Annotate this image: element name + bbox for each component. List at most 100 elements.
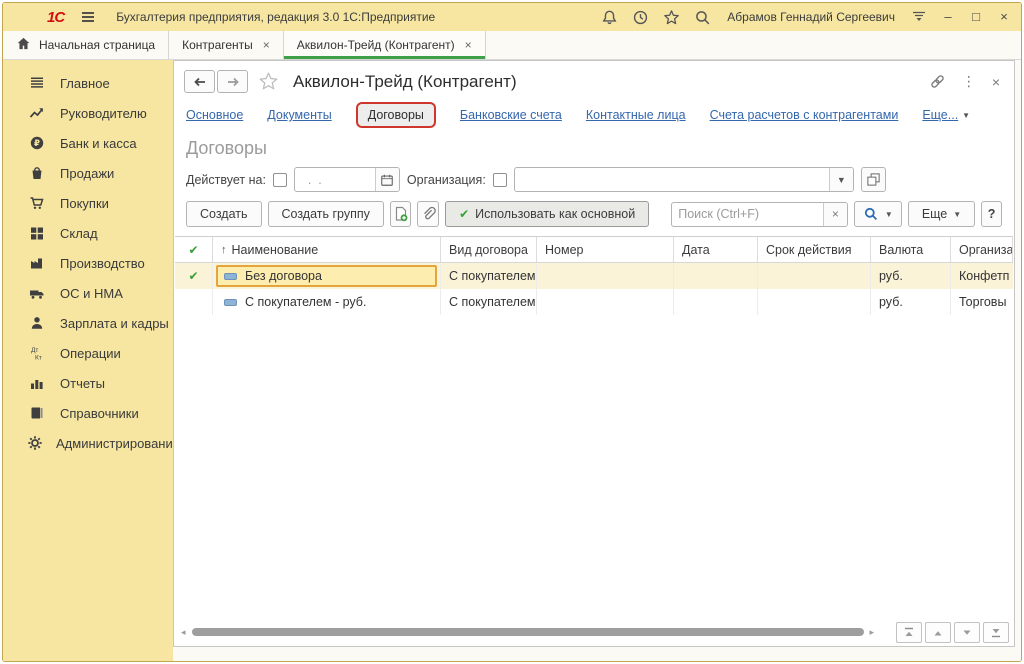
- header-cell-number[interactable]: Номер: [537, 237, 674, 262]
- search-icon[interactable]: [694, 9, 711, 26]
- header-cell-name[interactable]: ↑Наименование: [213, 237, 441, 262]
- section-link-more[interactable]: Еще...▼: [922, 108, 970, 122]
- current-user[interactable]: Абрамов Геннадий Сергеевич: [727, 10, 895, 24]
- close-button[interactable]: ×: [997, 10, 1011, 24]
- scroll-up-button[interactable]: [925, 622, 951, 643]
- header-cell-kind[interactable]: Вид договора: [441, 237, 537, 262]
- search-input[interactable]: [672, 203, 823, 226]
- date-field-group: [294, 167, 400, 192]
- cell-number[interactable]: [537, 263, 674, 289]
- calendar-button[interactable]: [375, 168, 399, 191]
- date-input[interactable]: [295, 168, 375, 191]
- selected-cell[interactable]: Без договора: [216, 265, 437, 287]
- link-icon[interactable]: [929, 73, 946, 90]
- header-cell-org[interactable]: Организация: [951, 237, 1013, 262]
- notifications-icon[interactable]: [601, 9, 618, 26]
- h-scroll-thumb[interactable]: [192, 628, 864, 636]
- tab-home[interactable]: Начальная страница: [3, 31, 169, 59]
- cell-currency[interactable]: руб.: [871, 289, 951, 315]
- attachments-button[interactable]: [417, 201, 439, 227]
- sidebar-item-production[interactable]: Производство: [3, 248, 173, 278]
- table-row-2[interactable]: С покупателем - руб.С покупателем руб.Тор…: [175, 289, 1013, 315]
- tab-contractors[interactable]: Контрагенты×: [169, 31, 284, 59]
- more-button[interactable]: Еще ▼: [908, 201, 975, 227]
- scroll-top-button[interactable]: [896, 622, 922, 643]
- tab-close-icon[interactable]: ×: [465, 38, 472, 52]
- section-link-dogovory[interactable]: Договоры: [356, 102, 436, 128]
- panel-close-icon[interactable]: ×: [992, 74, 1000, 90]
- use-as-main-button[interactable]: ✔ Использовать как основной: [445, 201, 649, 227]
- sidebar-item-purchases[interactable]: Покупки: [3, 188, 173, 218]
- cell-term[interactable]: [758, 263, 871, 289]
- maximize-button[interactable]: □: [969, 10, 983, 24]
- tab-akvilon[interactable]: Аквилон-Трейд (Контрагент)×: [284, 31, 486, 59]
- create-group-button[interactable]: Создать группу: [268, 201, 384, 227]
- header-cell-term[interactable]: Срок действия: [758, 237, 871, 262]
- header-cell-check[interactable]: ✔: [175, 237, 213, 262]
- row-nav-buttons: [896, 622, 1009, 643]
- scroll-left-icon[interactable]: ◂: [181, 627, 186, 638]
- cell-org[interactable]: Конфетп: [951, 263, 1013, 289]
- name-cell-content[interactable]: С покупателем - руб.: [216, 291, 437, 313]
- acts-on-checkbox[interactable]: [273, 173, 287, 187]
- sidebar-item-sales[interactable]: Продажи: [3, 158, 173, 188]
- header-cell-currency[interactable]: Валюта: [871, 237, 951, 262]
- sidebar-item-label: Склад: [60, 226, 98, 241]
- column-label: Номер: [545, 243, 583, 257]
- favorite-star-icon[interactable]: [258, 71, 279, 92]
- header-cell-date[interactable]: Дата: [674, 237, 758, 262]
- favorites-icon[interactable]: [663, 9, 680, 26]
- section-link-contact-persons[interactable]: Контактные лица: [586, 108, 686, 122]
- cell-name[interactable]: С покупателем - руб.: [213, 289, 441, 315]
- window-title: Бухгалтерия предприятия, редакция 3.0 1С…: [116, 10, 435, 24]
- minimize-button[interactable]: –: [941, 10, 955, 24]
- table-row-1[interactable]: ✔Без договораС покупателемруб.Конфетп: [175, 263, 1013, 289]
- sidebar-item-bank[interactable]: ₽Банк и касса: [3, 128, 173, 158]
- scroll-right-icon[interactable]: ▸: [870, 627, 875, 638]
- help-button[interactable]: ?: [981, 201, 1002, 227]
- organization-dropdown-button[interactable]: ▼: [829, 168, 853, 191]
- more-dots-icon[interactable]: ⋮: [962, 73, 976, 90]
- sidebar-item-admin[interactable]: Администрирование: [3, 428, 173, 458]
- section-link-dokumenty[interactable]: Документы: [267, 108, 331, 122]
- sidebar-item-manager[interactable]: Руководителю: [3, 98, 173, 128]
- search-clear-button[interactable]: ×: [823, 203, 847, 226]
- organization-input[interactable]: [515, 168, 829, 191]
- sidebar-item-operations[interactable]: ДтКтОперации: [3, 338, 173, 368]
- section-link-label: Основное: [186, 108, 243, 122]
- cell-date[interactable]: [674, 263, 758, 289]
- cell-date[interactable]: [674, 289, 758, 315]
- search-settings-button[interactable]: ▼: [854, 201, 902, 227]
- main-menu-icon[interactable]: [80, 9, 96, 25]
- organization-checkbox[interactable]: [493, 173, 507, 187]
- cell-kind[interactable]: С покупателем: [441, 263, 537, 289]
- scroll-down-button[interactable]: [954, 622, 980, 643]
- cell-name[interactable]: Без договора: [213, 263, 441, 289]
- sidebar-item-assets[interactable]: ОС и НМА: [3, 278, 173, 308]
- organization-choose-button[interactable]: [861, 167, 886, 192]
- section-link-settlement-accounts[interactable]: Счета расчетов с контрагентами: [710, 108, 899, 122]
- cell-org[interactable]: Торговы: [951, 289, 1013, 315]
- scroll-bottom-button[interactable]: [983, 622, 1009, 643]
- sidebar-item-main[interactable]: Главное: [3, 68, 173, 98]
- organization-label: Организация:: [407, 173, 486, 187]
- history-icon[interactable]: [632, 9, 649, 26]
- service-menu-icon[interactable]: [911, 9, 927, 25]
- contractor-panel: Аквилон-Трейд (Контрагент) ⋮ × ОсновноеД…: [173, 60, 1015, 647]
- cell-currency[interactable]: руб.: [871, 263, 951, 289]
- document-plus-icon: [393, 206, 409, 222]
- forward-button[interactable]: [217, 70, 248, 93]
- copy-item-button[interactable]: [390, 201, 412, 227]
- tab-close-icon[interactable]: ×: [263, 38, 270, 52]
- cell-number[interactable]: [537, 289, 674, 315]
- cell-kind[interactable]: С покупателем: [441, 289, 537, 315]
- create-button[interactable]: Создать: [186, 201, 262, 227]
- sidebar-item-reports[interactable]: Отчеты: [3, 368, 173, 398]
- sidebar-item-references[interactable]: Справочники: [3, 398, 173, 428]
- cell-term[interactable]: [758, 289, 871, 315]
- sidebar-item-warehouse[interactable]: Склад: [3, 218, 173, 248]
- back-button[interactable]: [184, 70, 215, 93]
- section-link-bank-accounts[interactable]: Банковские счета: [460, 108, 562, 122]
- sidebar-item-hr[interactable]: Зарплата и кадры: [3, 308, 173, 338]
- section-link-osnovnoe[interactable]: Основное: [186, 108, 243, 122]
